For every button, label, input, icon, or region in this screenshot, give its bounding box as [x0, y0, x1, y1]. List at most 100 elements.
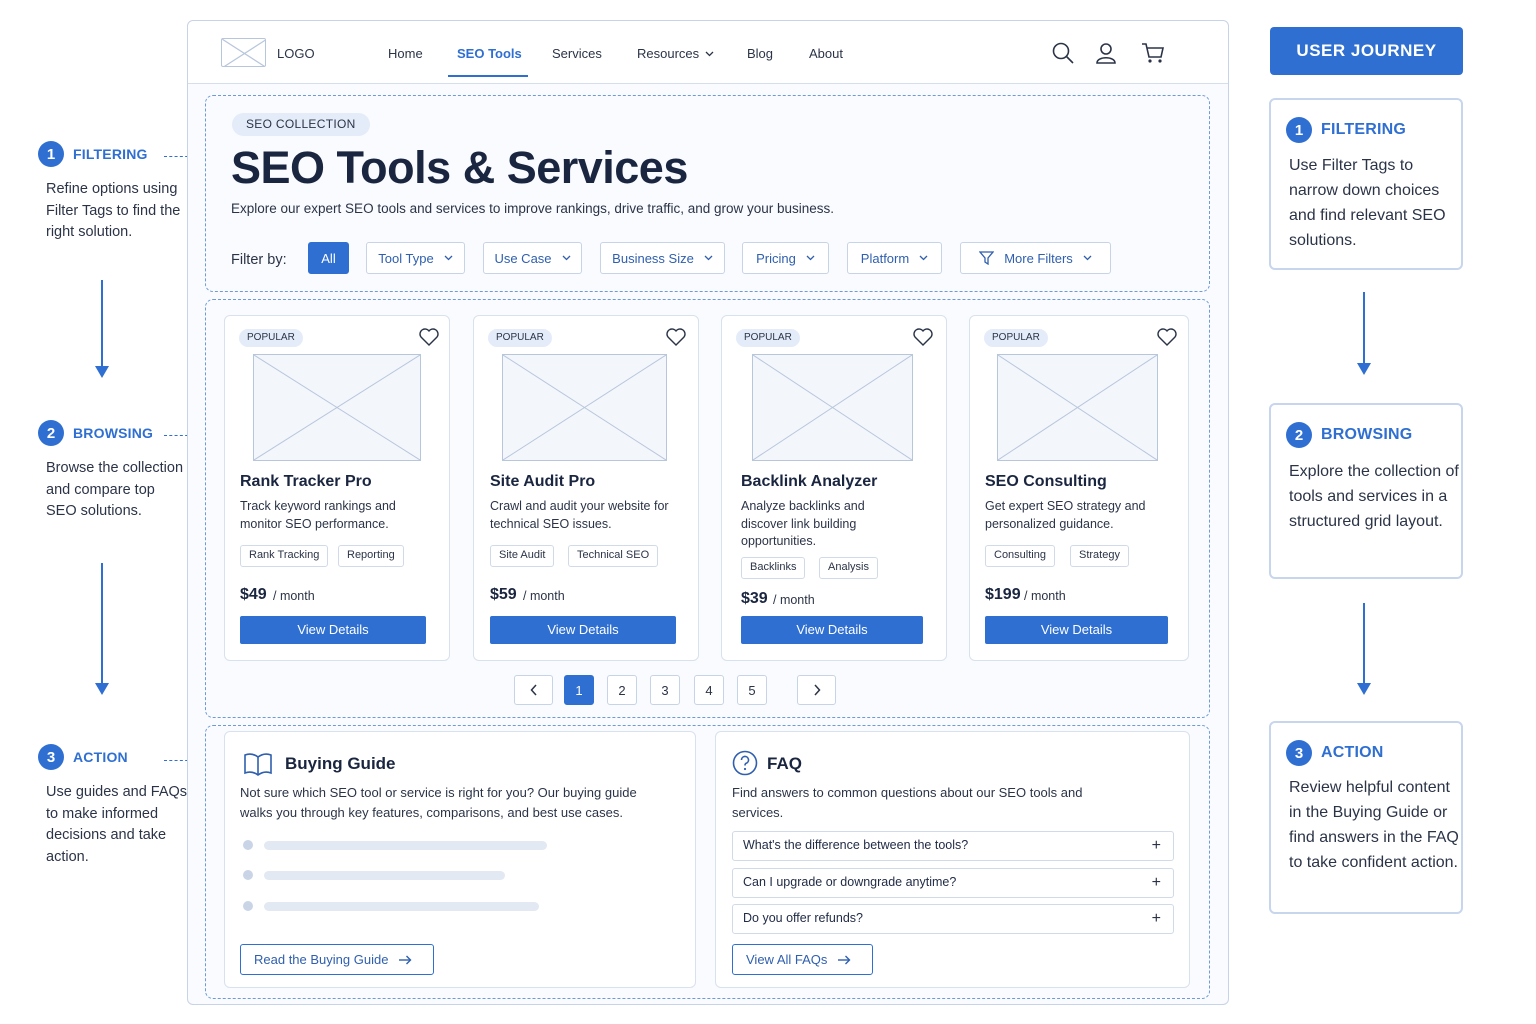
list-bullet — [243, 840, 253, 850]
faq-text: Find answers to common questions about o… — [732, 785, 1083, 820]
chip-label: Pricing — [756, 250, 796, 266]
filter-chip-platform[interactable]: Platform — [847, 242, 942, 274]
chevron-down-icon — [444, 255, 453, 261]
popular-badge: POPULAR — [736, 329, 800, 347]
journey-step-browsing: 2 BROWSING Explore the collection of too… — [1269, 403, 1463, 579]
nav-link-blog[interactable]: Blog — [747, 46, 773, 61]
search-icon[interactable] — [1051, 41, 1075, 65]
tag[interactable]: Site Audit — [490, 545, 555, 567]
tag[interactable]: Reporting — [338, 545, 404, 567]
product-card[interactable]: POPULAR Rank Tracker Pro Track keyword r… — [224, 315, 450, 661]
tag[interactable]: Backlinks — [741, 557, 806, 579]
button-label: Read the Buying Guide — [254, 952, 389, 967]
step-head: 1 FILTERING — [38, 141, 188, 167]
heart-icon[interactable] — [913, 328, 933, 346]
logo-text[interactable]: LOGO — [277, 46, 315, 61]
price: $59 — [490, 586, 517, 603]
chip-label: Business Size — [612, 250, 694, 266]
image-placeholder — [997, 354, 1158, 461]
product-card[interactable]: POPULAR SEO Consulting Get expert SEO st… — [969, 315, 1189, 661]
read-buying-guide-button[interactable]: Read the Buying Guide — [240, 944, 434, 975]
step-number: 1 — [38, 141, 64, 167]
pagination-page[interactable]: 2 — [607, 675, 637, 705]
step-title: FILTERING — [73, 146, 148, 162]
product-card[interactable]: POPULAR Backlink Analyzer Analyze backli… — [721, 315, 947, 661]
filter-chip-business-size[interactable]: Business Size — [600, 242, 725, 274]
chevron-down-icon — [1083, 255, 1092, 261]
left-step-action: 3 ACTION Use guides and FAQs to make inf… — [38, 744, 188, 868]
view-details-button[interactable]: View Details — [240, 616, 426, 644]
question-circle-icon — [732, 750, 758, 776]
chevron-down-icon — [704, 255, 713, 261]
view-all-faqs-button[interactable]: View All FAQs — [732, 944, 873, 975]
filter-chip-more-filters[interactable]: More Filters — [960, 242, 1111, 274]
card-title: Site Audit Pro — [490, 473, 596, 490]
image-placeholder — [752, 354, 913, 461]
list-bullet — [243, 870, 253, 880]
card-description: Analyze backlinks and discover link buil… — [741, 499, 865, 548]
step-head: 3 ACTION — [38, 744, 188, 770]
heart-icon[interactable] — [666, 328, 686, 346]
tag[interactable]: Technical SEO — [568, 545, 659, 567]
book-icon — [244, 753, 272, 776]
view-details-button[interactable]: View Details — [741, 616, 923, 644]
nav-link-about[interactable]: About — [809, 46, 843, 61]
tag[interactable]: Rank Tracking — [240, 545, 329, 567]
down-arrow — [1357, 292, 1371, 375]
step-head: 3 ACTION — [1286, 740, 1384, 766]
nav-link-services[interactable]: Services — [552, 46, 602, 61]
popular-badge: POPULAR — [239, 329, 303, 347]
filter-label: Filter by: — [231, 252, 287, 268]
top-nav: LOGO Home SEO Tools Services Resources B… — [188, 21, 1228, 84]
filter-chip-pricing[interactable]: Pricing — [742, 242, 829, 274]
cart-icon[interactable] — [1141, 41, 1165, 65]
price: $39 — [741, 590, 768, 607]
nav-link-home[interactable]: Home — [388, 46, 423, 61]
filter-chip-all[interactable]: All — [308, 242, 349, 274]
chip-label: Tool Type — [378, 250, 434, 266]
product-card[interactable]: POPULAR Site Audit Pro Crawl and audit y… — [473, 315, 699, 661]
chevron-down-icon — [806, 255, 815, 261]
chip-label: Platform — [860, 250, 910, 266]
pagination-next-button[interactable] — [797, 675, 836, 705]
view-details-button[interactable]: View Details — [985, 616, 1168, 644]
tag[interactable]: Consulting — [985, 545, 1055, 567]
card-title: Backlink Analyzer — [741, 473, 878, 490]
step-text: Review helpful content in the Buying Gui… — [1289, 779, 1459, 871]
faq-question: What's the difference between the tools? — [743, 838, 969, 852]
nav-link-resources[interactable]: Resources — [637, 46, 714, 61]
card-title: SEO Consulting — [985, 473, 1107, 490]
tag[interactable]: Analysis — [819, 557, 878, 579]
step-text: Use guides and FAQs to make informed dec… — [46, 784, 188, 865]
faq-title: FAQ — [767, 754, 802, 773]
nav-link-seo-tools[interactable]: SEO Tools — [457, 46, 522, 61]
logo-placeholder-icon[interactable] — [221, 38, 266, 67]
plus-icon: + — [1151, 910, 1161, 927]
step-number: 3 — [38, 744, 64, 770]
user-icon[interactable] — [1094, 41, 1118, 65]
pagination-prev-button[interactable] — [514, 675, 553, 705]
list-bullet — [243, 901, 253, 911]
faq-item[interactable]: What's the difference between the tools?… — [732, 831, 1174, 861]
card-description: Crawl and audit your website for technic… — [490, 499, 669, 531]
chip-label: Use Case — [494, 250, 552, 266]
filter-chip-use-case[interactable]: Use Case — [483, 242, 582, 274]
view-details-button[interactable]: View Details — [490, 616, 676, 644]
faq-item[interactable]: Can I upgrade or downgrade anytime? + — [732, 868, 1174, 898]
tag[interactable]: Strategy — [1070, 545, 1129, 567]
filter-chip-tool-type[interactable]: Tool Type — [366, 242, 465, 274]
button-label: View All FAQs — [746, 952, 828, 967]
heart-icon[interactable] — [419, 328, 439, 346]
step-text: Use Filter Tags to narrow down choices a… — [1289, 157, 1446, 249]
pagination-page[interactable]: 3 — [650, 675, 680, 705]
price: $199 — [985, 586, 1021, 603]
step-title: BROWSING — [1321, 426, 1413, 443]
card-title: Rank Tracker Pro — [240, 473, 372, 490]
faq-item[interactable]: Do you offer refunds? + — [732, 904, 1174, 934]
step-number: 2 — [1286, 422, 1312, 448]
pagination-page[interactable]: 5 — [737, 675, 767, 705]
faq-panel: FAQ Find answers to common questions abo… — [715, 731, 1190, 988]
pagination-page[interactable]: 4 — [694, 675, 724, 705]
pagination-page[interactable]: 1 — [564, 675, 594, 705]
heart-icon[interactable] — [1157, 328, 1177, 346]
